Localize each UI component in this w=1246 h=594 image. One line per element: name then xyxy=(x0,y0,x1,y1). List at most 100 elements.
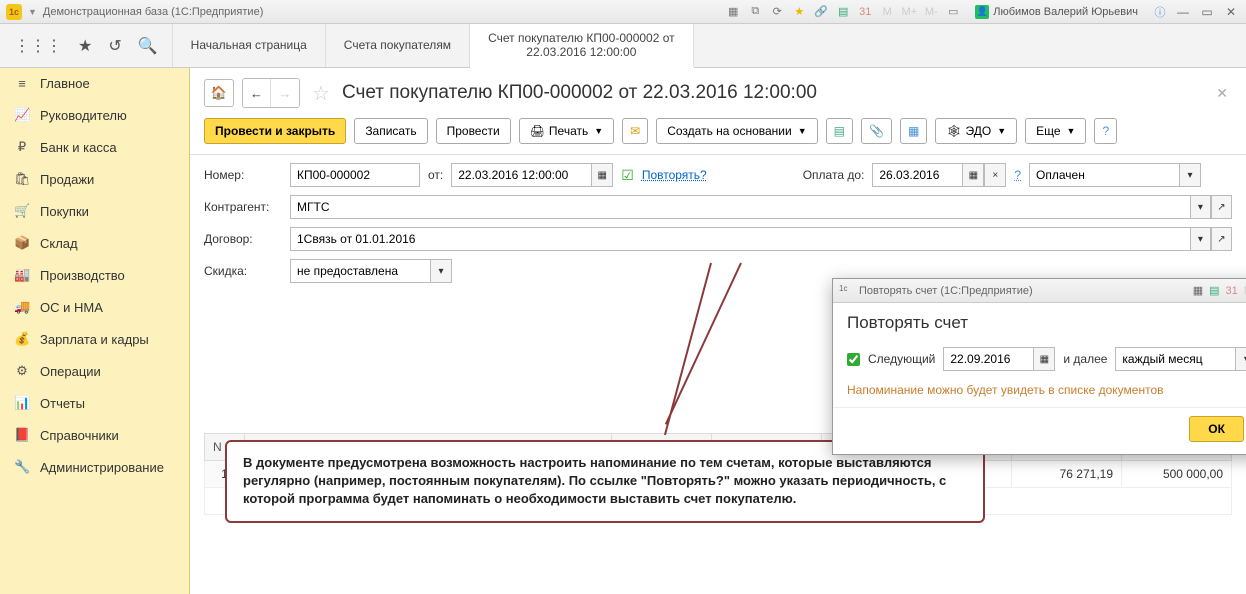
chevron-down-icon[interactable]: ▾ xyxy=(1190,195,1211,219)
tb-icon-3[interactable]: ⟳ xyxy=(769,4,785,20)
tb-icon-2[interactable]: ⧉ xyxy=(747,4,763,20)
tab-invoices[interactable]: Счета покупателям xyxy=(326,24,470,67)
list-icon: ▦ xyxy=(908,124,919,138)
chevron-down-icon[interactable]: ▾ xyxy=(1235,347,1246,371)
list-button[interactable]: ▦ xyxy=(900,118,927,144)
sidebar-label: Банк и касса xyxy=(40,140,117,155)
sidebar-item-warehouse[interactable]: 📦 Склад xyxy=(0,227,189,259)
sidebar-item-purchases[interactable]: 🛒Покупки xyxy=(0,195,189,227)
repeat-dialog: 1c Повторять счет (1С:Предприятие) ▦ ▤ 3… xyxy=(832,278,1246,455)
from-label: от: xyxy=(428,168,443,182)
status-input[interactable] xyxy=(1029,163,1179,187)
sidebar-item-production[interactable]: 🏭Производство xyxy=(0,259,189,291)
calendar-icon[interactable]: ▦ xyxy=(1033,347,1055,371)
sidebar-item-sales[interactable]: 🛍Продажи xyxy=(0,163,189,195)
calc-icon[interactable]: ▤ xyxy=(835,4,851,20)
sidebar-label: Главное xyxy=(40,76,90,91)
sidebar-label: Зарплата и кадры xyxy=(40,332,149,347)
help-link[interactable]: ? xyxy=(1014,168,1021,182)
sidebar-item-bank[interactable]: ₽Банк и касса xyxy=(0,131,189,163)
sidebar-label: Склад xyxy=(40,236,78,251)
sidebar-label: Производство xyxy=(40,268,125,283)
sidebar-item-salary[interactable]: 💰Зарплата и кадры xyxy=(0,323,189,355)
help-button[interactable]: ? xyxy=(1094,118,1117,144)
contract-label: Договор: xyxy=(204,232,282,246)
sidebar-item-main[interactable]: ≡Главное xyxy=(0,68,189,99)
sidebar-item-references[interactable]: 📕Справочники xyxy=(0,419,189,451)
forward-button[interactable]: → xyxy=(271,79,299,107)
home-button[interactable]: 🏠 xyxy=(204,79,234,107)
info-icon[interactable]: ⓘ xyxy=(1152,4,1168,20)
star-icon[interactable]: ★ xyxy=(78,36,92,56)
repeat-link[interactable]: Повторять? xyxy=(642,168,707,182)
history-icon[interactable]: ↺ xyxy=(108,36,121,56)
sidebar-item-manager[interactable]: 📈Руководителю xyxy=(0,99,189,131)
and-further-label: и далее xyxy=(1063,352,1107,366)
payment-date-input[interactable] xyxy=(872,163,962,187)
open-icon[interactable]: ↗ xyxy=(1211,227,1232,251)
box-icon: 📦 xyxy=(14,235,30,251)
window-minimize-icon[interactable]: — xyxy=(1174,5,1192,19)
window-close-icon[interactable]: ✕ xyxy=(1222,5,1240,19)
window-maximize-icon[interactable]: ▭ xyxy=(1198,5,1216,19)
app-menu-dropdown-icon[interactable]: ▼ xyxy=(28,7,37,17)
open-icon[interactable]: ↗ xyxy=(1211,195,1232,219)
chevron-down-icon[interactable]: ▾ xyxy=(430,259,452,283)
favorite-star-icon[interactable]: ☆ xyxy=(312,81,330,106)
chevron-down-icon[interactable]: ▾ xyxy=(1179,163,1201,187)
m-icon[interactable]: M xyxy=(879,4,895,20)
number-input[interactable] xyxy=(290,163,420,187)
period-input[interactable] xyxy=(1115,347,1235,371)
sidebar-item-assets[interactable]: 🚚ОС и НМА xyxy=(0,291,189,323)
close-document-icon[interactable]: ✕ xyxy=(1212,81,1232,106)
save-button[interactable]: Записать xyxy=(354,118,427,144)
tb-icon-1[interactable]: ▦ xyxy=(725,4,741,20)
printer-icon: 🖨 xyxy=(530,124,545,138)
counterparty-input[interactable] xyxy=(290,195,1190,219)
post-and-close-button[interactable]: Провести и закрыть xyxy=(204,118,346,144)
user-chip[interactable]: 👤 Любимов Валерий Юрьевич xyxy=(975,5,1138,19)
tab-start[interactable]: Начальная страница xyxy=(173,24,326,67)
structure-icon: ▤ xyxy=(834,124,845,138)
dlg-icon-1[interactable]: ▦ xyxy=(1193,284,1203,297)
gear-icon: ⚙ xyxy=(14,363,30,379)
ok-button[interactable]: ОК xyxy=(1189,416,1244,442)
help-icon: ? xyxy=(1102,124,1109,138)
structure-button[interactable]: ▤ xyxy=(826,118,853,144)
favorite-icon[interactable]: ★ xyxy=(791,4,807,20)
more-button[interactable]: Еще▼ xyxy=(1025,118,1086,144)
cart-icon: 🛒 xyxy=(14,203,30,219)
calendar-icon[interactable]: 31 xyxy=(857,4,873,20)
sidebar-item-reports[interactable]: 📊Отчеты xyxy=(0,387,189,419)
next-date-input[interactable] xyxy=(943,347,1033,371)
print-button[interactable]: 🖨Печать▼ xyxy=(519,118,614,144)
m-minus-icon[interactable]: M- xyxy=(923,4,939,20)
dlg-calendar-icon[interactable]: 31 xyxy=(1226,285,1238,297)
post-button[interactable]: Провести xyxy=(436,118,511,144)
user-icon: 👤 xyxy=(975,5,989,19)
tb-icon-4[interactable]: ▭ xyxy=(945,4,961,20)
date-input[interactable] xyxy=(451,163,591,187)
calendar-icon[interactable]: ▦ xyxy=(591,163,613,187)
chevron-down-icon[interactable]: ▾ xyxy=(1190,227,1211,251)
clear-icon[interactable]: × xyxy=(984,163,1006,187)
dlg-calc-icon[interactable]: ▤ xyxy=(1209,284,1219,297)
m-plus-icon[interactable]: M+ xyxy=(901,4,917,20)
apps-icon[interactable]: ⋮⋮⋮ xyxy=(14,36,62,56)
mail-button[interactable]: ✉ xyxy=(622,118,648,144)
calendar-icon[interactable]: ▦ xyxy=(962,163,984,187)
back-button[interactable]: ← xyxy=(243,79,271,107)
sidebar-item-admin[interactable]: 🔧Администрирование xyxy=(0,451,189,483)
edo-button[interactable]: 🕸ЭДО▼ xyxy=(935,118,1017,144)
discount-input[interactable] xyxy=(290,259,430,283)
contract-input[interactable] xyxy=(290,227,1190,251)
edo-icon: 🕸 xyxy=(946,124,961,138)
sidebar-item-operations[interactable]: ⚙Операции xyxy=(0,355,189,387)
link-icon[interactable]: 🔗 xyxy=(813,4,829,20)
next-checkbox[interactable] xyxy=(847,353,860,366)
create-based-button[interactable]: Создать на основании▼ xyxy=(656,118,817,144)
mail-icon: ✉ xyxy=(630,124,640,138)
tab-current[interactable]: Счет покупателю КП00-000002 от 22.03.201… xyxy=(470,24,694,68)
search-icon[interactable]: 🔍 xyxy=(138,36,158,56)
attach-button[interactable]: 📎 xyxy=(861,118,892,144)
